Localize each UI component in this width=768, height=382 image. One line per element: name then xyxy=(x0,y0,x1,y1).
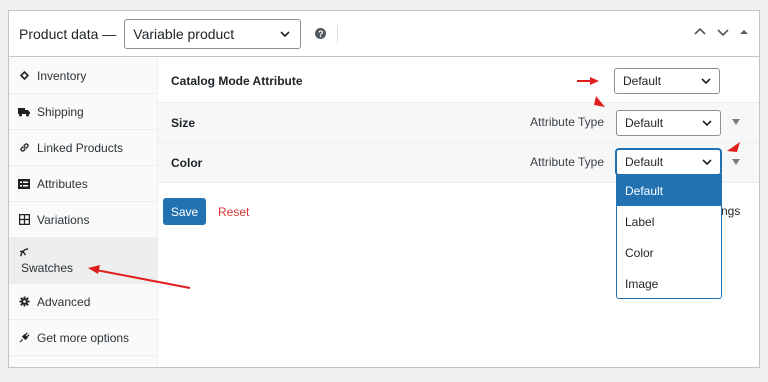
tab-swatches[interactable]: Swatches xyxy=(9,238,157,284)
move-up-icon[interactable] xyxy=(693,25,707,39)
color-attribute-type-select[interactable]: Default xyxy=(616,149,721,175)
tab-label: Advanced xyxy=(37,294,91,309)
attribute-type-label: Attribute Type xyxy=(530,115,604,129)
catalog-mode-label: Catalog Mode Attribute xyxy=(171,74,303,88)
list-icon xyxy=(18,178,30,189)
truck-icon xyxy=(18,107,30,117)
catalog-mode-row: Catalog Mode Attribute Default xyxy=(158,58,759,103)
tab-shipping[interactable]: Shipping xyxy=(9,94,157,130)
size-attribute-type-select[interactable]: Default xyxy=(616,110,721,136)
tab-variations[interactable]: Variations xyxy=(9,202,157,238)
grid-icon xyxy=(18,214,30,225)
expand-toggle-icon[interactable] xyxy=(732,159,740,165)
catalog-mode-select[interactable]: Default xyxy=(614,68,720,94)
product-type-select[interactable]: Variable product xyxy=(124,18,302,49)
expand-toggle-icon[interactable] xyxy=(732,119,740,125)
tab-label: Swatches xyxy=(21,260,74,275)
tab-label: Variations xyxy=(37,212,90,227)
chevron-down-icon xyxy=(702,159,712,166)
gear-icon xyxy=(18,296,30,307)
tab-label: Attributes xyxy=(37,176,88,191)
dropdown-option-default[interactable]: Default xyxy=(617,175,721,206)
size-attribute-type-value: Default xyxy=(625,116,664,130)
attribute-type-label: Attribute Type xyxy=(530,155,604,169)
tab-label: Linked Products xyxy=(37,140,124,155)
chevron-down-icon xyxy=(702,120,712,127)
tab-inventory[interactable]: Inventory xyxy=(9,58,157,94)
tab-label: Shipping xyxy=(37,104,84,119)
attribute-type-dropdown: Default Label Color Image xyxy=(616,174,722,299)
diamond-icon xyxy=(18,70,30,81)
collapse-toggle-icon[interactable] xyxy=(739,27,749,37)
panel-title: Product data — xyxy=(19,25,117,42)
reset-link[interactable]: Reset xyxy=(218,205,249,219)
divider xyxy=(337,24,339,43)
dropdown-option-color[interactable]: Color xyxy=(617,237,721,268)
chevron-down-icon xyxy=(701,78,711,85)
color-attribute-type-value: Default xyxy=(625,155,664,169)
product-data-tabs: Inventory Shipping Linked Products Attri… xyxy=(9,58,158,367)
tab-label: Get more options xyxy=(37,330,130,345)
save-button[interactable]: Save xyxy=(163,198,206,225)
help-icon[interactable]: ? xyxy=(315,28,327,39)
partial-settings-text: ngs xyxy=(721,204,741,218)
swatches-icon xyxy=(18,247,30,258)
size-label: Size xyxy=(171,116,196,130)
product-type-value: Variable product xyxy=(133,25,235,42)
move-down-icon[interactable] xyxy=(716,25,730,39)
panel-controls xyxy=(693,25,749,39)
size-attribute-row: Size Attribute Type Default xyxy=(158,103,759,143)
color-label: Color xyxy=(171,156,203,170)
tab-linked-products[interactable]: Linked Products xyxy=(9,130,157,166)
plugin-icon xyxy=(18,332,30,343)
tab-advanced[interactable]: Advanced xyxy=(9,284,157,320)
catalog-mode-value: Default xyxy=(623,74,662,88)
dropdown-option-image[interactable]: Image xyxy=(617,268,721,299)
tab-get-more-options[interactable]: Get more options xyxy=(9,320,157,356)
tab-attributes[interactable]: Attributes xyxy=(9,166,157,202)
link-icon xyxy=(18,142,30,153)
dropdown-option-label[interactable]: Label xyxy=(617,206,721,237)
tab-label: Inventory xyxy=(37,68,87,83)
panel-header: Product data — Variable product ? xyxy=(9,11,759,57)
chevron-down-icon xyxy=(280,30,290,37)
